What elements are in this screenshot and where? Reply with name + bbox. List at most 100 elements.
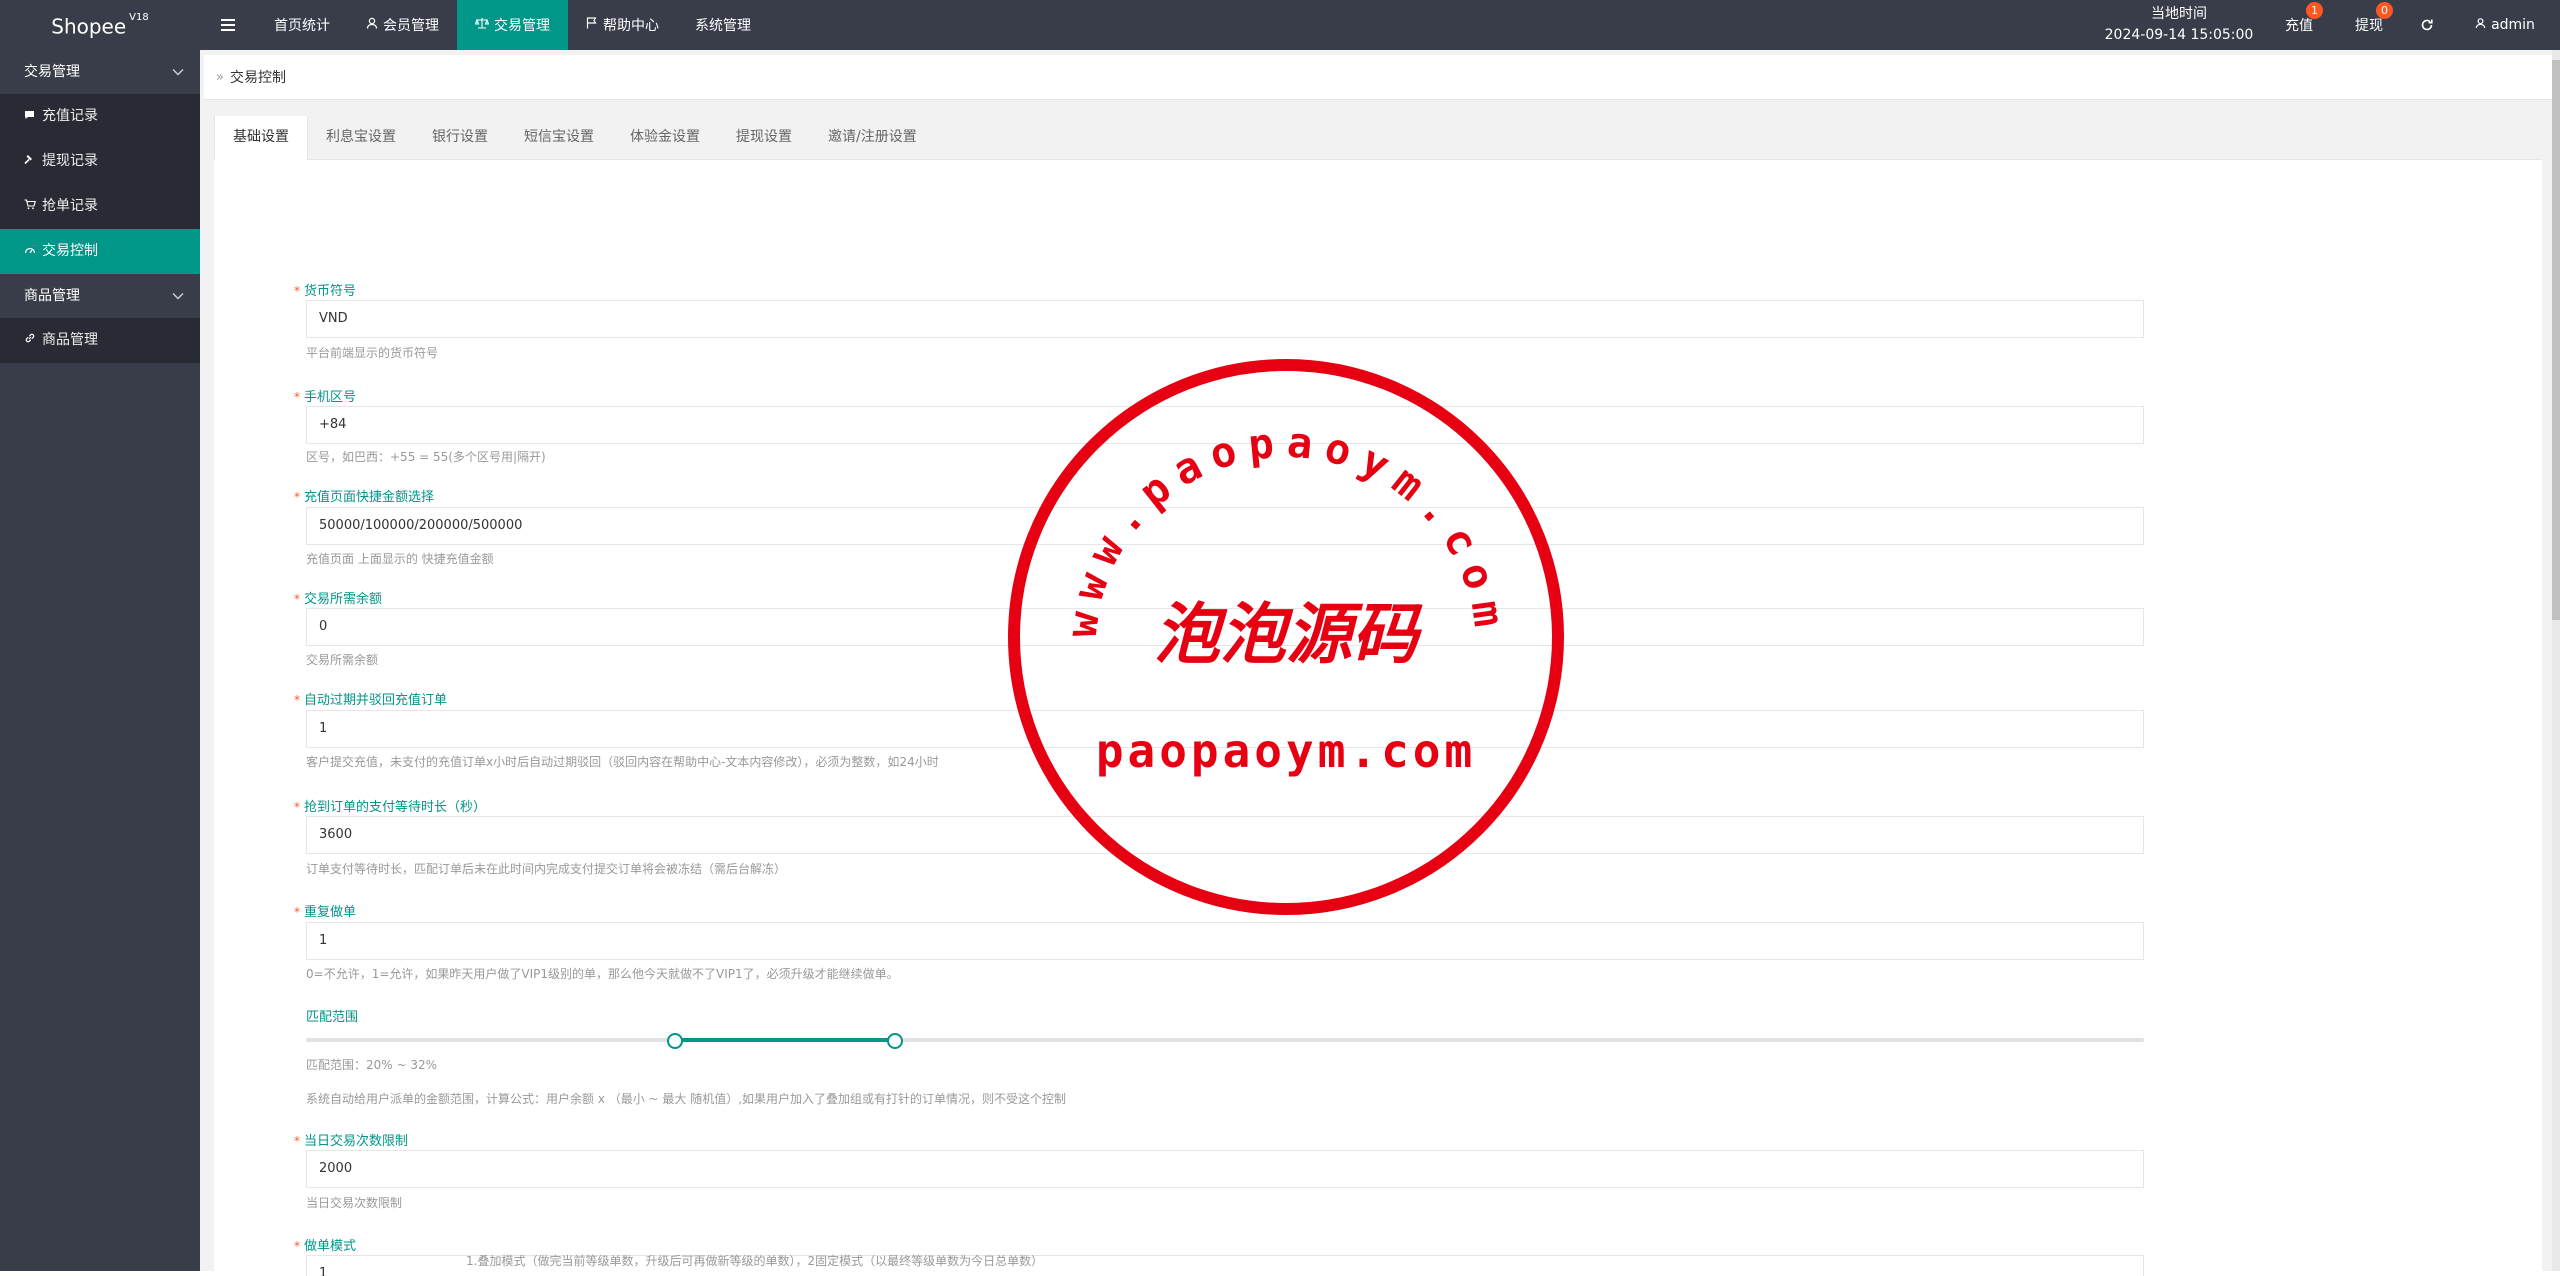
pay-wait-label: * 抢到订单的支付等待时长（秒） [294,800,487,815]
topnav-label: 系统管理 [695,18,751,34]
page-scrollbar[interactable] [2552,50,2560,1271]
quick-amount-label: * 充值页面快捷金额选择 [294,490,435,505]
quick-amount-help: 充值页面 上面显示的 快捷充值金额 [306,552,494,566]
daily-limit-input[interactable]: 2000 [306,1150,2144,1188]
min-balance-input[interactable]: 0 [306,608,2144,646]
sidebar-item-trade-control[interactable]: 交易控制 [0,229,200,274]
topnav-label: 帮助中心 [603,18,659,34]
settings-tabs: 基础设置 利息宝设置 银行设置 短信宝设置 体验金设置 提现设置 邀请/注册设置 [214,116,2542,160]
topnav-item-dashboard[interactable]: 首页统计 [256,0,348,50]
top-nav: 首页统计 会员管理 交易管理 帮助中心 系统管理 [256,0,769,50]
min-balance-help: 交易所需余额 [306,653,379,667]
menu-toggle-icon[interactable] [206,0,250,50]
currency-label: * 货币符号 [294,284,357,299]
local-time-label: 当地时间 [2151,6,2207,22]
logo-version: V18 [129,12,149,23]
gauge-icon [24,229,42,274]
match-range-max-handle[interactable] [887,1033,904,1049]
sidebar-group-label: 商品管理 [24,288,80,304]
phone-code-help: 区号，如巴西：+55 = 55(多个区号用|隔开) [306,450,546,464]
user-icon [2475,17,2486,33]
topnav-label: 交易管理 [494,18,550,34]
topnav-item-system[interactable]: 系统管理 [677,0,769,50]
local-time: 当地时间 2024-09-14 15:05:00 [2094,0,2264,50]
sidebar-item-grab-records[interactable]: 抢单记录 [0,184,200,229]
phone-code-label: * 手机区号 [294,390,357,405]
tab-interest[interactable]: 利息宝设置 [308,116,414,159]
min-balance-label: * 交易所需余额 [294,592,383,607]
top-right-area: 当地时间 2024-09-14 15:05:00 充值 1 提现 0 admin [2094,0,2560,50]
sidebar-item-label: 抢单记录 [42,198,98,214]
match-range-value: 匹配范围：20% ~ 32% [306,1058,438,1072]
auto-expire-label: * 自动过期并驳回充值订单 [294,693,448,708]
admin-label: admin [2491,17,2535,33]
sidebar: 交易管理 充值记录 提现记录 抢单记录 交易控制 商品管理 商品管理 [0,50,200,1271]
topnav-label: 会员管理 [383,18,439,34]
breadcrumb: » 交易控制 [204,55,2554,100]
chevron-down-icon [172,274,184,318]
sidebar-group-label: 交易管理 [24,64,80,80]
refresh-icon[interactable] [2404,0,2450,50]
user-icon [366,17,378,33]
match-range-help: 系统自动给用户派单的金额范围，计算公式：用户余额 x （最小 ~ 最大 随机值）… [306,1092,1067,1106]
sidebar-item-label: 交易控制 [42,243,98,259]
match-range-fill [673,1038,895,1042]
pay-wait-input[interactable]: 3600 [306,816,2144,854]
page-scrollbar-thumb[interactable] [2552,60,2560,620]
recharge-label: 充值 [2285,18,2313,34]
recharge-button[interactable]: 充值 1 [2264,0,2334,50]
withdraw-label: 提现 [2355,18,2383,34]
local-time-value: 2024-09-14 15:05:00 [2104,27,2254,43]
sidebar-item-label: 商品管理 [42,332,98,348]
tab-sms[interactable]: 短信宝设置 [506,116,612,159]
withdraw-button[interactable]: 提现 0 [2334,0,2404,50]
link-icon [24,318,42,363]
auto-expire-help: 客户提交充值，未支付的充值订单x小时后自动过期驳回（驳回内容在帮助中心-文本内容… [306,755,939,769]
topnav-item-help[interactable]: 帮助中心 [568,0,677,50]
tab-invite-register[interactable]: 邀请/注册设置 [810,116,935,159]
admin-menu[interactable]: admin [2450,0,2560,50]
chevron-down-icon [172,50,184,94]
flag-icon [586,17,598,33]
sidebar-group-goods[interactable]: 商品管理 [0,274,200,318]
top-navbar: Shopee V18 首页统计 会员管理 交易管理 帮助中心 系统管理 当地时间… [0,0,2560,50]
breadcrumb-current[interactable]: 交易控制 [230,67,286,87]
sidebar-item-goods-manage[interactable]: 商品管理 [0,318,200,363]
daily-limit-help: 当日交易次数限制 [306,1196,403,1210]
match-range-slider[interactable] [306,1033,2144,1049]
topnav-item-trade[interactable]: 交易管理 [457,0,568,50]
order-mode-label: * 做单模式 [294,1239,357,1254]
sidebar-item-label: 充值记录 [42,108,98,124]
phone-code-input[interactable]: +84 [306,406,2144,444]
repeat-order-input[interactable]: 1 [306,922,2144,960]
currency-input[interactable]: VND [306,300,2144,338]
breadcrumb-separator-icon: » [216,69,224,85]
app-logo[interactable]: Shopee V18 [0,0,200,50]
currency-help: 平台前端显示的货币符号 [306,346,439,360]
pay-wait-help: 订单支付等待时长，匹配订单后未在此时间内完成支付提交订单将会被冻结（需后台解冻） [306,862,787,876]
sidebar-item-withdraw-records[interactable]: 提现记录 [0,139,200,184]
topnav-label: 首页统计 [274,18,330,34]
quick-amount-input[interactable]: 50000/100000/200000/500000 [306,507,2144,545]
sidebar-item-label: 提现记录 [42,153,98,169]
scale-icon [474,17,490,33]
tab-basic[interactable]: 基础设置 [214,116,308,160]
settings-card: 基础设置 利息宝设置 银行设置 短信宝设置 体验金设置 提现设置 邀请/注册设置… [214,116,2542,1276]
chat-icon [24,94,42,139]
match-range-min-handle[interactable] [666,1033,683,1049]
repeat-order-label: * 重复做单 [294,905,357,920]
auto-expire-input[interactable]: 1 [306,710,2144,748]
sidebar-item-recharge-records[interactable]: 充值记录 [0,94,200,139]
tab-trial-fund[interactable]: 体验金设置 [612,116,718,159]
tab-withdraw[interactable]: 提现设置 [718,116,810,159]
topnav-item-members[interactable]: 会员管理 [348,0,457,50]
withdraw-badge: 0 [2376,2,2393,19]
recharge-badge: 1 [2306,2,2323,19]
tab-bank[interactable]: 银行设置 [414,116,506,159]
order-mode-help: 1.叠加模式（做完当前等级单数，升级后可再做新等级的单数），2固定模式（以最终等… [466,1254,1044,1268]
logo-text: Shopee [51,14,127,39]
match-range-label: 匹配范围 [306,1010,359,1025]
repeat-order-help: 0=不允许，1=允许，如果昨天用户做了VIP1级别的单，那么他今天就做不了VIP… [306,967,899,981]
sidebar-group-trade[interactable]: 交易管理 [0,50,200,94]
hammer-icon [24,139,42,184]
